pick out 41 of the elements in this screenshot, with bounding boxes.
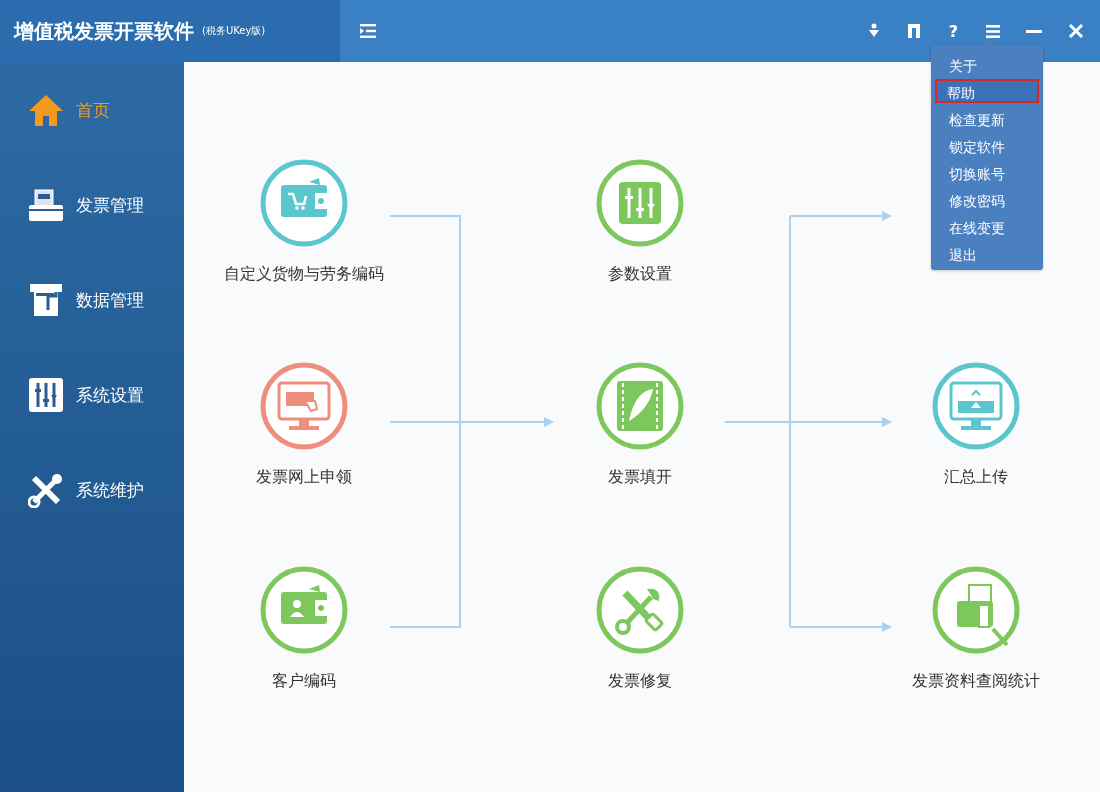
function-label[interactable]: 汇总上传 bbox=[886, 465, 1066, 488]
menu-item[interactable]: 切换账号 bbox=[935, 160, 1039, 184]
function-label[interactable]: 参数设置 bbox=[550, 262, 730, 285]
function-label[interactable]: 发票填开 bbox=[550, 465, 730, 488]
menu-item[interactable]: 检查更新 bbox=[935, 106, 1039, 130]
menu-icon[interactable] bbox=[986, 24, 1000, 38]
menu-item[interactable]: 在线变更 bbox=[935, 214, 1039, 238]
app-edition: (税务UKey版) bbox=[202, 24, 266, 38]
wallet-cart-icon[interactable] bbox=[259, 158, 349, 248]
tools-icon bbox=[28, 472, 64, 508]
sliders-icon bbox=[28, 377, 64, 413]
sidebar-item[interactable]: 系统设置 bbox=[0, 375, 184, 415]
menu-item[interactable]: 退出 bbox=[935, 241, 1039, 265]
menu-item[interactable]: 修改密码 bbox=[935, 187, 1039, 211]
minimize-icon[interactable] bbox=[1026, 29, 1042, 33]
function-label[interactable]: 发票资料查阅统计 bbox=[886, 669, 1066, 692]
menu-toggle-icon[interactable] bbox=[360, 24, 378, 38]
printer-search-icon[interactable] bbox=[931, 565, 1021, 655]
sliders-icon[interactable] bbox=[595, 158, 685, 248]
function-label[interactable]: 发票修复 bbox=[550, 669, 730, 692]
download-icon[interactable] bbox=[866, 23, 881, 39]
wallet-person-icon[interactable] bbox=[259, 565, 349, 655]
menu-item[interactable]: 帮助 bbox=[935, 79, 1039, 103]
function-label[interactable]: 客户编码 bbox=[214, 669, 394, 692]
sidebar-item[interactable]: 数据管理 bbox=[0, 280, 184, 320]
tools-icon[interactable] bbox=[595, 565, 685, 655]
film-feather-icon[interactable] bbox=[595, 361, 685, 451]
function-label[interactable]: 发票网上申领 bbox=[214, 465, 394, 488]
app-title: 增值税发票开票软件 bbox=[14, 17, 194, 45]
sidebar-item[interactable]: 系统维护 bbox=[0, 470, 184, 510]
monitor-hand-icon[interactable] bbox=[259, 361, 349, 451]
help-button[interactable]: ? bbox=[946, 21, 960, 41]
printer-icon bbox=[28, 187, 64, 223]
function-label[interactable]: 自定义货物与劳务编码 bbox=[214, 262, 394, 285]
close-icon[interactable] bbox=[1068, 23, 1084, 39]
menu-item[interactable]: 关于 bbox=[935, 52, 1039, 76]
monitor-upload-icon[interactable] bbox=[931, 361, 1021, 451]
sidebar-item[interactable]: 发票管理 bbox=[0, 185, 184, 225]
data-icon bbox=[28, 282, 64, 318]
menu-item[interactable]: 锁定软件 bbox=[935, 133, 1039, 157]
home-icon bbox=[28, 92, 64, 128]
